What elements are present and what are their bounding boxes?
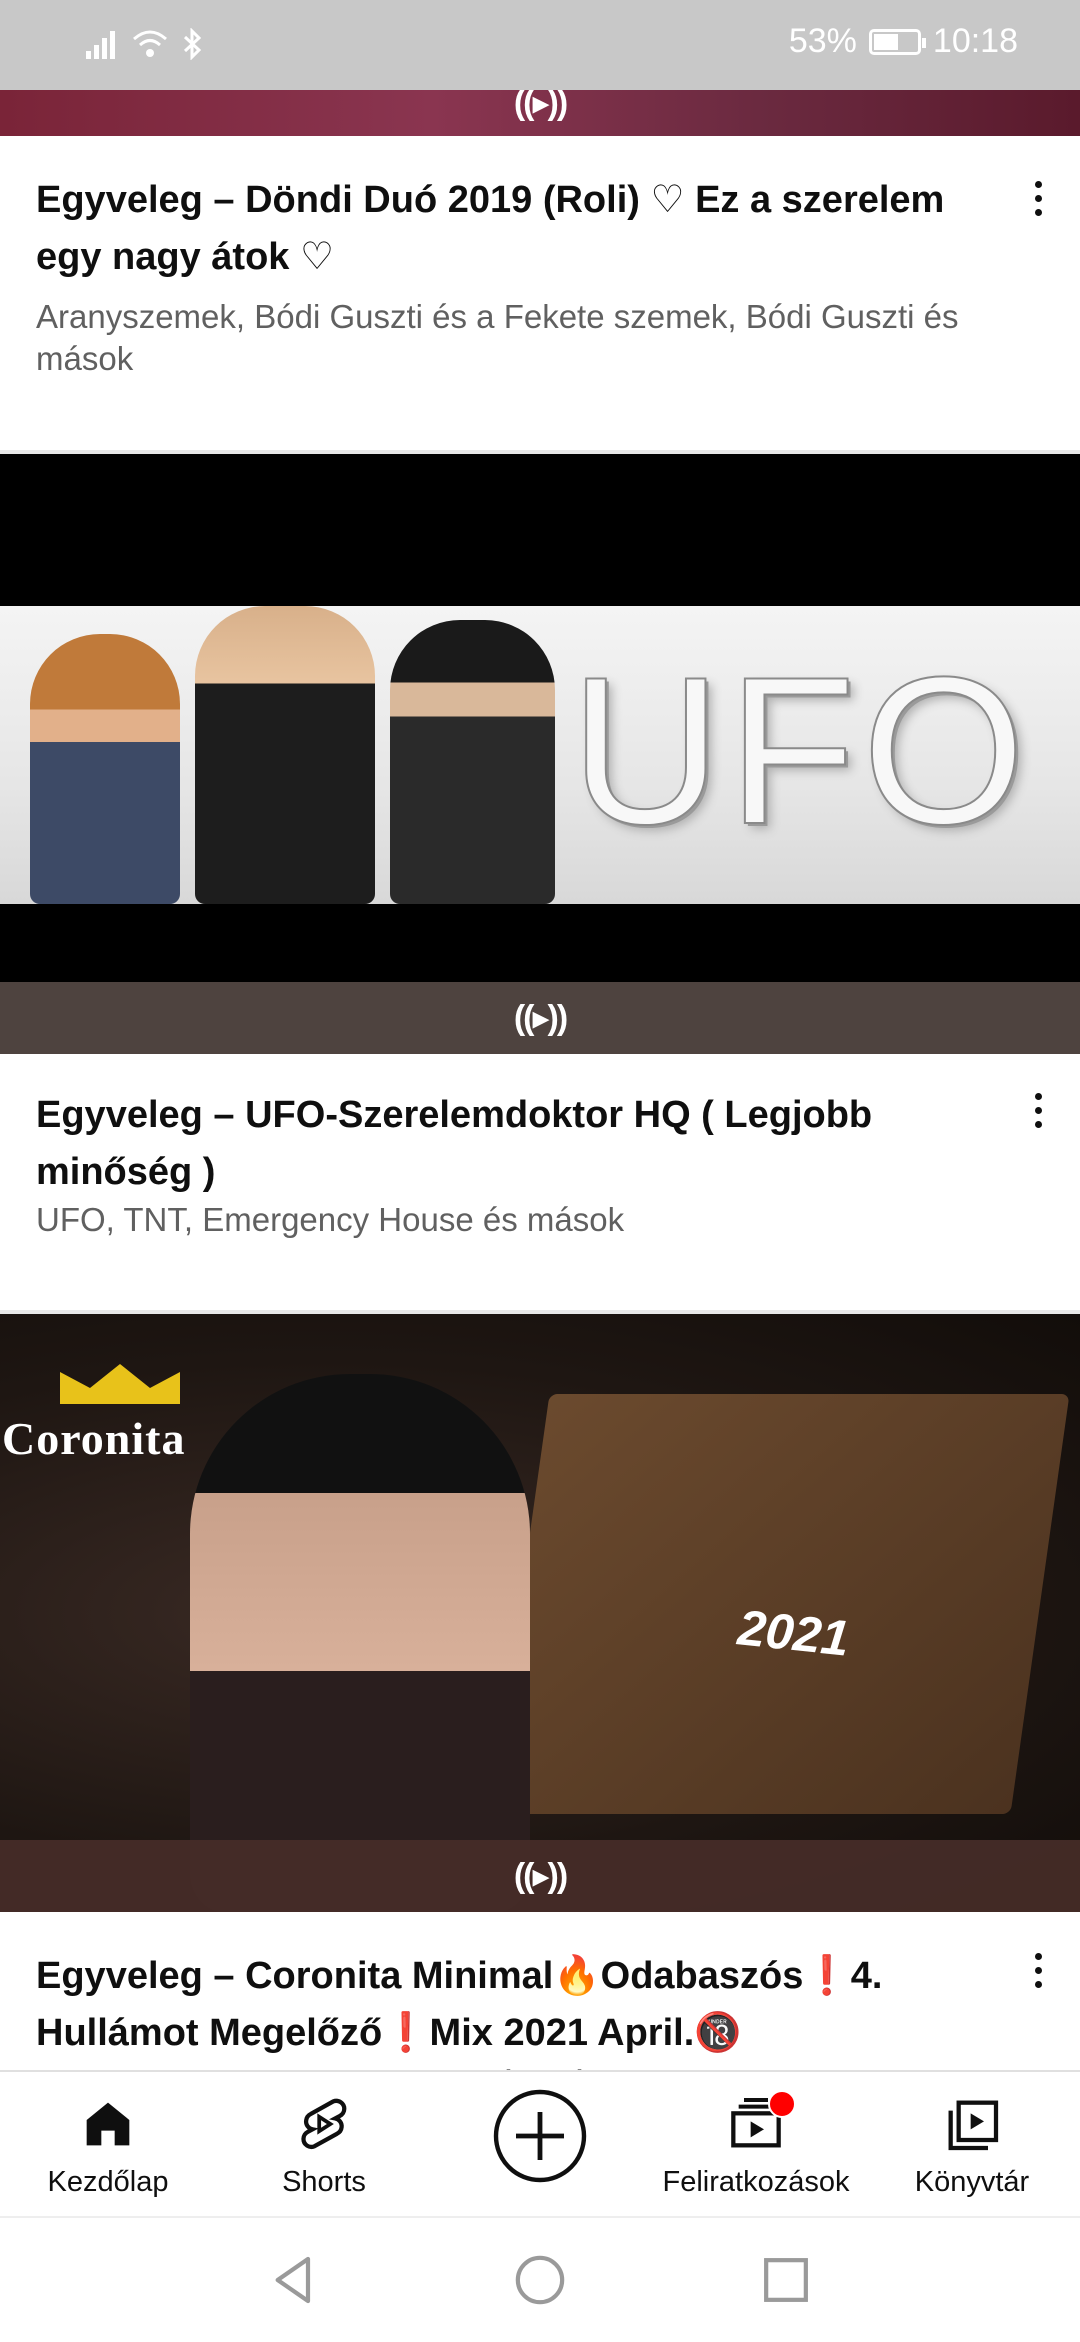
video-thumbnail-1[interactable]: ((▸)) [0, 90, 1080, 136]
nav-subscriptions-label: Feliratkozások [662, 2166, 850, 2198]
status-bar: 53% 10:18 [0, 0, 1080, 90]
live-icon: ((▸)) [513, 999, 568, 1037]
battery-icon [868, 28, 926, 55]
crown-icon [60, 1364, 180, 1404]
person-figure [390, 620, 555, 904]
person-figure [30, 634, 180, 904]
notification-dot [768, 2090, 796, 2118]
person-figure [190, 1374, 530, 1912]
nav-home-label: Kezdőlap [47, 2166, 169, 2198]
add-icon [493, 2089, 587, 2183]
nav-home[interactable]: Kezdőlap [0, 2072, 216, 2218]
battery-percent: 53% [788, 22, 857, 60]
back-icon[interactable] [266, 2252, 322, 2308]
nav-subscriptions[interactable]: Feliratkozások [648, 2072, 864, 2218]
thumbnail-year-text: 2021 [735, 1599, 852, 1667]
live-strip: ((▸)) [0, 982, 1080, 1054]
video-title[interactable]: Egyveleg – UFO-Szerelemdoktor HQ ( Legjo… [36, 1087, 996, 1201]
video-info-2[interactable]: Egyveleg – UFO-Szerelemdoktor HQ ( Legjo… [0, 1054, 1080, 1310]
live-icon: ((▸)) [513, 1857, 568, 1895]
bluetooth-icon [183, 28, 202, 60]
recents-icon[interactable] [758, 2252, 814, 2308]
live-icon: ((▸)) [513, 90, 568, 122]
more-options-icon[interactable] [1018, 1080, 1058, 1140]
video-thumbnail-2[interactable]: UFO ((▸)) [0, 454, 1080, 1054]
video-thumbnail-3[interactable]: Coronita 2021 ((▸)) [0, 1314, 1080, 1912]
system-navigation-bar [0, 2216, 1080, 2342]
video-meta: DJ Zoker, Bagdi, Dancs... Cibu és mások [36, 2062, 996, 2070]
bottom-navigation: Kezdőlap Shorts Feliratkozások Könyvtár [0, 2070, 1080, 2218]
thumbnail-text: UFO [569, 633, 1032, 868]
signal-icon [86, 31, 115, 59]
home-icon [86, 2102, 130, 2146]
nav-library-label: Könyvtár [914, 2166, 1030, 2198]
video-meta: UFO, TNT, Emergency House és mások [36, 1201, 625, 1238]
more-options-icon[interactable] [1018, 1940, 1058, 2000]
video-meta: Aranyszemek, Bódi Guszti és a Fekete sze… [36, 298, 959, 377]
home-circle-icon[interactable] [512, 2252, 568, 2308]
thumbnail-image: UFO [0, 606, 1080, 904]
person-figure [195, 606, 375, 904]
nav-library[interactable]: Könyvtár [864, 2072, 1080, 2218]
nav-shorts[interactable]: Shorts [216, 2072, 432, 2218]
video-info-3[interactable]: Egyveleg – Coronita Minimal🔥Odabaszós❗4.… [0, 1912, 1080, 2070]
shorts-icon [301, 2098, 347, 2149]
clock: 10:18 [932, 22, 1018, 60]
status-icons-left [86, 28, 204, 60]
status-icons-right: 53% 10:18 [789, 22, 1018, 61]
create-button[interactable] [432, 2072, 648, 2218]
nav-shorts-label: Shorts [282, 2166, 366, 2198]
thumbnail-brand-text: Coronita [2, 1413, 186, 1464]
live-strip: ((▸)) [0, 1840, 1080, 1912]
live-strip: ((▸)) [0, 90, 1080, 136]
video-info-1[interactable]: Egyveleg – Döndi Duó 2019 (Roli) ♡ Ez a … [0, 136, 1080, 452]
video-title[interactable]: Egyveleg – Döndi Duó 2019 (Roli) ♡ Ez a … [36, 172, 996, 286]
video-title[interactable]: Egyveleg – Coronita Minimal🔥Odabaszós❗4.… [36, 1948, 996, 2062]
library-icon [948, 2100, 999, 2151]
wifi-icon [133, 30, 167, 57]
more-options-icon[interactable] [1018, 168, 1058, 228]
